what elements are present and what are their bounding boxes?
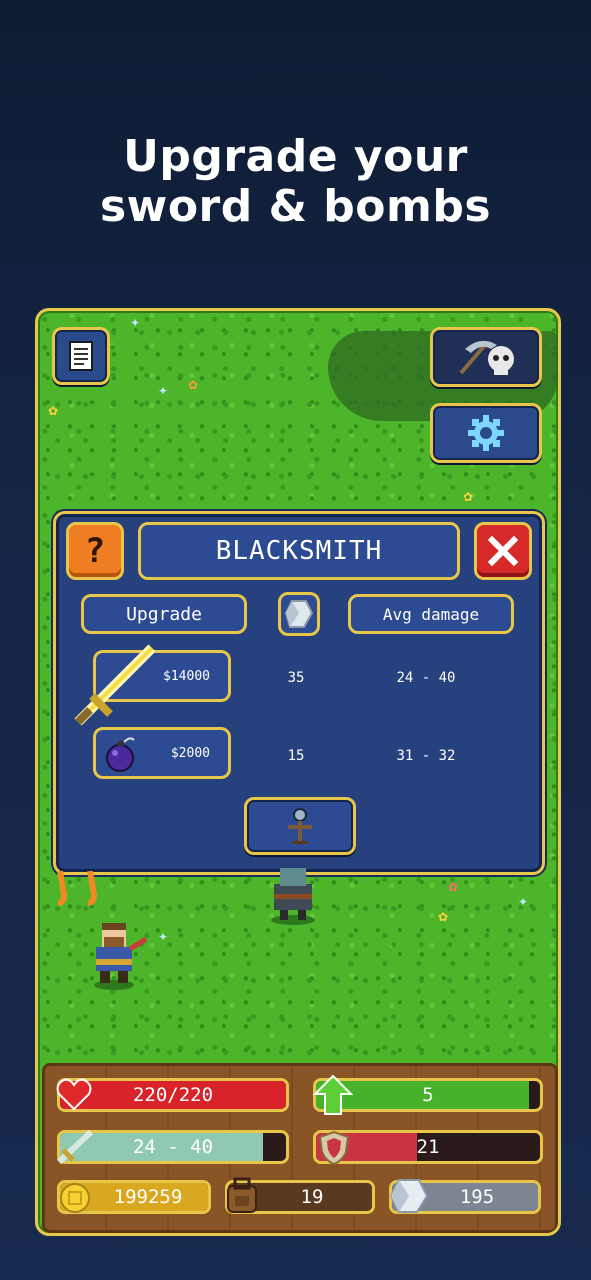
sword-stat-icon <box>56 1129 94 1165</box>
heart-icon <box>56 1078 92 1111</box>
column-crystals <box>278 592 320 636</box>
hero-player-icon <box>94 923 148 990</box>
flower-icon: ✿ <box>448 880 459 894</box>
flower-icon: ✿ <box>463 490 474 504</box>
bomb-damage: 31 - 32 <box>396 748 456 764</box>
document-icon <box>69 341 93 371</box>
flower-icon: ✦ <box>158 384 169 398</box>
bomb-cost: $2000 <box>170 745 210 761</box>
gold-coin-icon <box>60 1183 90 1213</box>
sword-icon <box>74 644 156 726</box>
bomb-icon <box>106 737 135 772</box>
panel-title: BLACKSMITH <box>138 522 460 580</box>
headline-line-1: Upgrade your <box>123 131 468 182</box>
help-button[interactable]: ? <box>66 522 124 580</box>
game-screen: ✦ ✦ ✿ ✿ ✿ ✦ ✿ ✿ ✦ ? BLACKSMITH Upgrade A… <box>35 308 561 1236</box>
backpack-icon <box>227 1177 257 1213</box>
crystal-stat-icon <box>389 1179 429 1213</box>
orange-creature-icon <box>57 871 98 906</box>
training-dummy-button[interactable] <box>244 797 356 855</box>
skull-scythe-icon <box>459 340 514 375</box>
sword-damage: 24 - 40 <box>396 670 456 686</box>
column-upgrade: Upgrade <box>81 594 247 634</box>
flower-icon: ✦ <box>518 895 529 909</box>
close-button[interactable] <box>474 522 532 580</box>
settings-button[interactable] <box>430 403 542 463</box>
sword-cost: $14000 <box>163 668 210 684</box>
blacksmith-panel: ? BLACKSMITH Upgrade Avg damage $14000 3… <box>53 511 545 875</box>
training-dummy-icon <box>288 808 312 844</box>
close-icon <box>487 535 519 567</box>
crystal-icon <box>284 600 314 628</box>
headline-line-2: sword & bombs <box>99 181 492 232</box>
zombie-enemy-icon <box>271 868 315 925</box>
log-button[interactable] <box>52 327 110 385</box>
flower-icon: ✦ <box>130 316 141 330</box>
flower-icon: ✿ <box>188 378 199 392</box>
gear-icon <box>468 415 504 451</box>
skull-scythe-button[interactable] <box>430 327 542 387</box>
sword-crystals: 35 <box>287 670 305 686</box>
stats-hud: 220/220 5 24 - 40 21 199259 19 195 <box>42 1063 558 1233</box>
column-avg-damage: Avg damage <box>348 594 514 634</box>
flower-icon: ✿ <box>48 404 59 418</box>
level-up-arrow-icon <box>313 1074 353 1115</box>
shield-icon <box>318 1130 350 1166</box>
headline: Upgrade your sword & bombs <box>0 132 591 232</box>
flower-icon: ✦ <box>158 930 169 944</box>
health-value: 220/220 <box>132 1084 214 1106</box>
bomb-crystals: 15 <box>287 748 305 764</box>
flower-icon: ✿ <box>438 910 449 924</box>
